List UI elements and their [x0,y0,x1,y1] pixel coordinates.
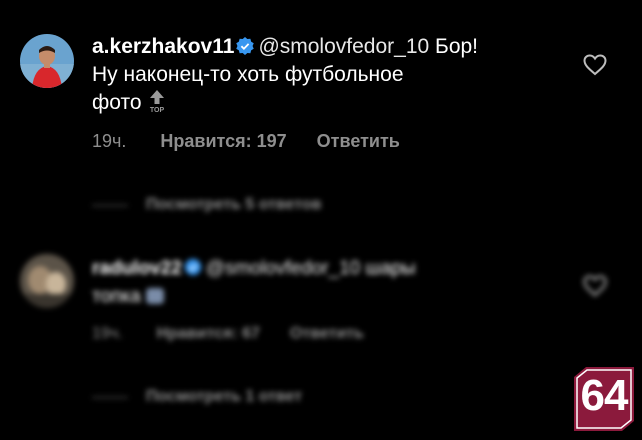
like-heart-icon[interactable] [583,275,607,297]
comment-meta: 19ч. Нравится: 197 Ответить [92,131,400,152]
comment-text-line: Бор! [435,35,479,58]
likes-count[interactable]: Нравится: 197 [160,131,286,152]
comment-timestamp: 19ч. [92,325,123,342]
view-replies-button[interactable]: Посмотреть 5 ответов [92,196,321,214]
view-replies-label: Посмотреть 5 ответов [146,196,322,213]
divider-line [92,396,128,398]
watermark-text: 64 [580,371,629,420]
like-heart-icon[interactable] [583,54,607,76]
avatar[interactable] [20,254,74,308]
comment-text-line: топка [92,286,141,307]
mention-link[interactable]: @smolovfedor_10 [206,258,360,279]
likes-count[interactable]: Нравится: 67 [157,325,260,343]
view-replies-button[interactable]: Посмотреть 1 ответ [92,388,302,406]
verified-badge-icon [184,257,202,276]
comment-text-line: Ну наконец-то хоть футбольное [92,63,404,86]
svg-text:TOP: TOP [149,107,164,113]
comment-text: radulov22 @smolovfedor_10 шары топка [92,255,562,311]
reply-button[interactable]: Ответить [290,325,364,343]
username[interactable]: a.kerzhakov11 [92,35,234,58]
comment-text-line: шары [365,258,416,279]
watermark-logo: 64 [572,365,636,433]
divider-line [92,204,128,206]
top-arrow-emoji-icon: TOP [146,89,168,114]
sparkle-emoji-icon [145,288,164,304]
comment-meta: 19ч. Нравится: 67 Ответить [92,325,364,343]
comment-text: a.kerzhakov11 @smolovfedor_10 Бор! Ну нак… [92,33,572,117]
username[interactable]: radulov22 [92,258,182,279]
comment-text-line: фото [92,91,142,114]
avatar[interactable] [20,34,74,88]
reply-button[interactable]: Ответить [317,131,400,152]
view-replies-label: Посмотреть 1 ответ [146,388,303,405]
verified-badge-icon [236,35,255,55]
mention-link[interactable]: @smolovfedor_10 [258,35,429,58]
comment-timestamp: 19ч. [92,131,127,151]
